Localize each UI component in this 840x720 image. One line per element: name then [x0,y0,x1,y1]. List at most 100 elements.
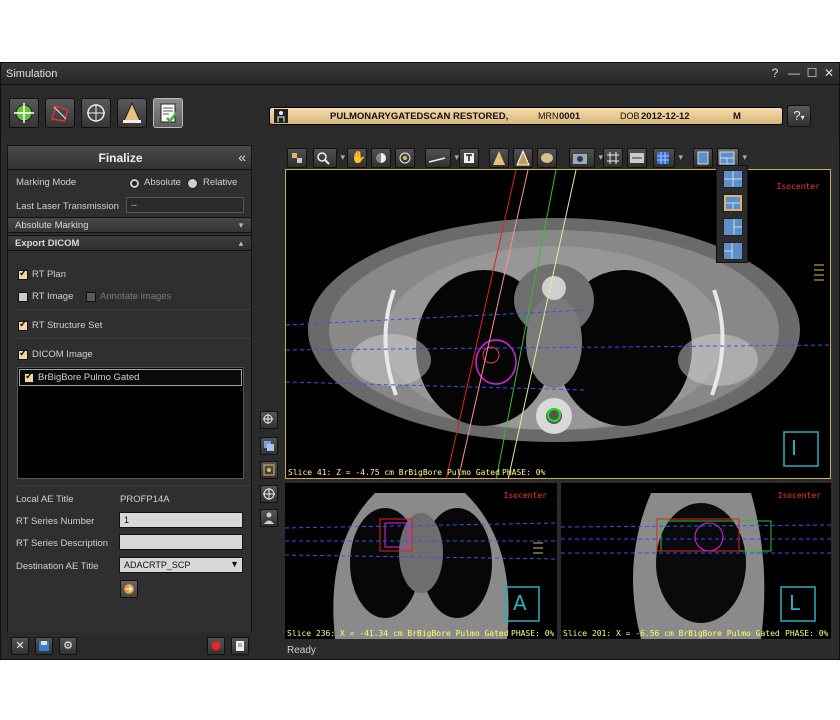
target-button[interactable] [260,461,278,479]
report-button[interactable] [231,637,249,655]
zoom-tool-button[interactable] [313,148,345,168]
export-dicom-section[interactable]: Export DICOM ▴ [8,235,251,251]
gear-icon: ⚙ [63,640,73,652]
select-tool-button[interactable] [287,148,307,168]
grid-button[interactable] [603,148,623,168]
layout-option-right-wide[interactable] [723,242,743,260]
surface-icon [541,153,553,163]
patient-setup-button[interactable] [9,98,39,128]
patient-name: PULMONARYGATEDSCAN RESTORED, [330,111,509,122]
rt-series-number-field[interactable]: 1 [119,512,243,528]
relative-radio[interactable] [187,178,198,189]
orientation-letter: L [789,591,801,615]
camera-button[interactable] [569,148,603,168]
collapse-panel-icon[interactable]: « [238,149,246,165]
copy-layout-button[interactable] [260,437,278,455]
beam-view-button[interactable] [489,148,509,168]
mrn-value: 0001 [559,111,581,122]
crosshair-move-button[interactable] [260,411,278,429]
save-button[interactable] [35,637,53,655]
destination-ae-label: Destination AE Title [16,561,99,572]
text-annotation-button[interactable] [459,148,479,168]
dob-value: 2012-12-12 [641,111,690,122]
list-item-checkbox[interactable] [24,371,34,383]
crosshair-icon [87,104,105,122]
last-laser-label: Last Laser Transmission [16,201,119,212]
rotate-button[interactable] [395,148,415,168]
slice-caption: Slice 201: X = -6.56 cm BrBigBore Pulmo … [563,629,780,638]
dob-label: DOB [620,111,640,121]
record-icon [211,641,221,651]
rt-series-desc-label: RT Series Description [16,538,109,549]
coronal-viewport[interactable]: Isocenter A Slice 236: X = -41.34 cm BrB… [285,483,557,639]
phase-label: PHASE: 0% [502,468,546,477]
axial-viewport[interactable]: Isocenter I Slice 41: Z = -4.75 cm BrBig… [285,169,831,479]
absolute-radio[interactable] [129,178,140,189]
maximize-button[interactable]: ☐ [805,66,819,80]
grid-overlay-button[interactable] [653,148,683,168]
divider [16,309,251,310]
marking-mode-label: Marking Mode [16,177,77,188]
beam-button[interactable] [117,98,147,128]
coronal-ct-image [285,493,557,639]
help-button[interactable]: ?▾ [787,105,811,127]
layout-single-icon [697,151,709,165]
panel-title: Finalize [98,151,143,165]
sagittal-viewport[interactable]: Isocenter L Slice 201: X = -6.56 cm BrBi… [561,483,831,639]
surface-view-button[interactable] [537,148,557,168]
expand-chevron-icon: ▾ [238,220,244,230]
list-item[interactable]: BrBigBore Pulmo Gated [19,369,242,386]
list-item-label: BrBigBore Pulmo Gated [38,372,140,383]
title-bar: Simulation ? — ☐ ✕ [1,63,839,85]
panel-header: Finalize « [8,146,251,170]
layout-option-top-wide[interactable] [723,194,743,212]
export-button[interactable] [120,580,138,598]
isocenter-button[interactable] [81,98,111,128]
close-window-button[interactable]: ✕ [822,66,836,80]
rt-structure-checkbox[interactable] [18,319,28,331]
rt-image-checkbox[interactable] [18,292,28,302]
layout-option-left-wide[interactable] [723,218,743,236]
simulation-window: Simulation ? — ☐ ✕ PULMONARYGATEDSCAN RE… [0,62,840,660]
minimize-button[interactable]: — [787,66,801,80]
settings-button[interactable]: ⚙ [59,637,77,655]
absolute-marking-section[interactable]: Absolute Marking ▾ [8,217,251,233]
dicom-image-checkbox[interactable] [18,348,28,360]
layout-quad-icon [724,171,742,187]
layout-option-quad[interactable] [723,170,743,188]
window-level-button[interactable] [371,148,391,168]
report-icon [236,641,244,651]
move-crosshair-icon [263,414,273,424]
window-title: Simulation [6,68,58,80]
layout-dropdown-menu [716,165,748,263]
pan-tool-button[interactable]: ✋ [347,148,367,168]
mrn-label: MRN [538,111,559,121]
destination-ae-value: ADACRTP_SCP [124,560,191,570]
zoom-icon [317,152,330,165]
record-button[interactable] [207,637,225,655]
patient-orientation-button[interactable] [260,509,278,527]
measure-tool-button[interactable] [425,148,459,168]
layout-right-wide-icon [724,243,733,259]
center-button[interactable] [260,485,278,503]
rt-series-number-label: RT Series Number [16,516,95,527]
beam-outline-button[interactable] [513,148,533,168]
finalize-button[interactable] [153,98,183,128]
panel-bottom-bar: ✕ ⚙ [7,633,252,659]
rt-series-desc-field[interactable] [119,534,243,550]
clear-button[interactable]: ✕ [11,637,29,655]
contour-button[interactable] [45,98,75,128]
rt-plan-checkbox[interactable] [18,268,28,280]
ruler-icon [428,157,446,163]
divider [16,338,251,339]
help-icon[interactable]: ? [768,66,782,80]
collapse-chevron-icon: ▴ [238,238,244,248]
patient-icon [274,109,288,123]
numbering-button[interactable] [627,148,647,168]
beam-cone-icon [493,151,505,165]
single-layout-button[interactable] [693,148,713,168]
dicom-image-list[interactable]: BrBigBore Pulmo Gated [17,367,244,479]
orientation-letter: A [513,591,527,615]
center-crosshair-icon [263,488,275,500]
destination-ae-select[interactable]: ADACRTP_SCP ▼ [119,557,243,573]
